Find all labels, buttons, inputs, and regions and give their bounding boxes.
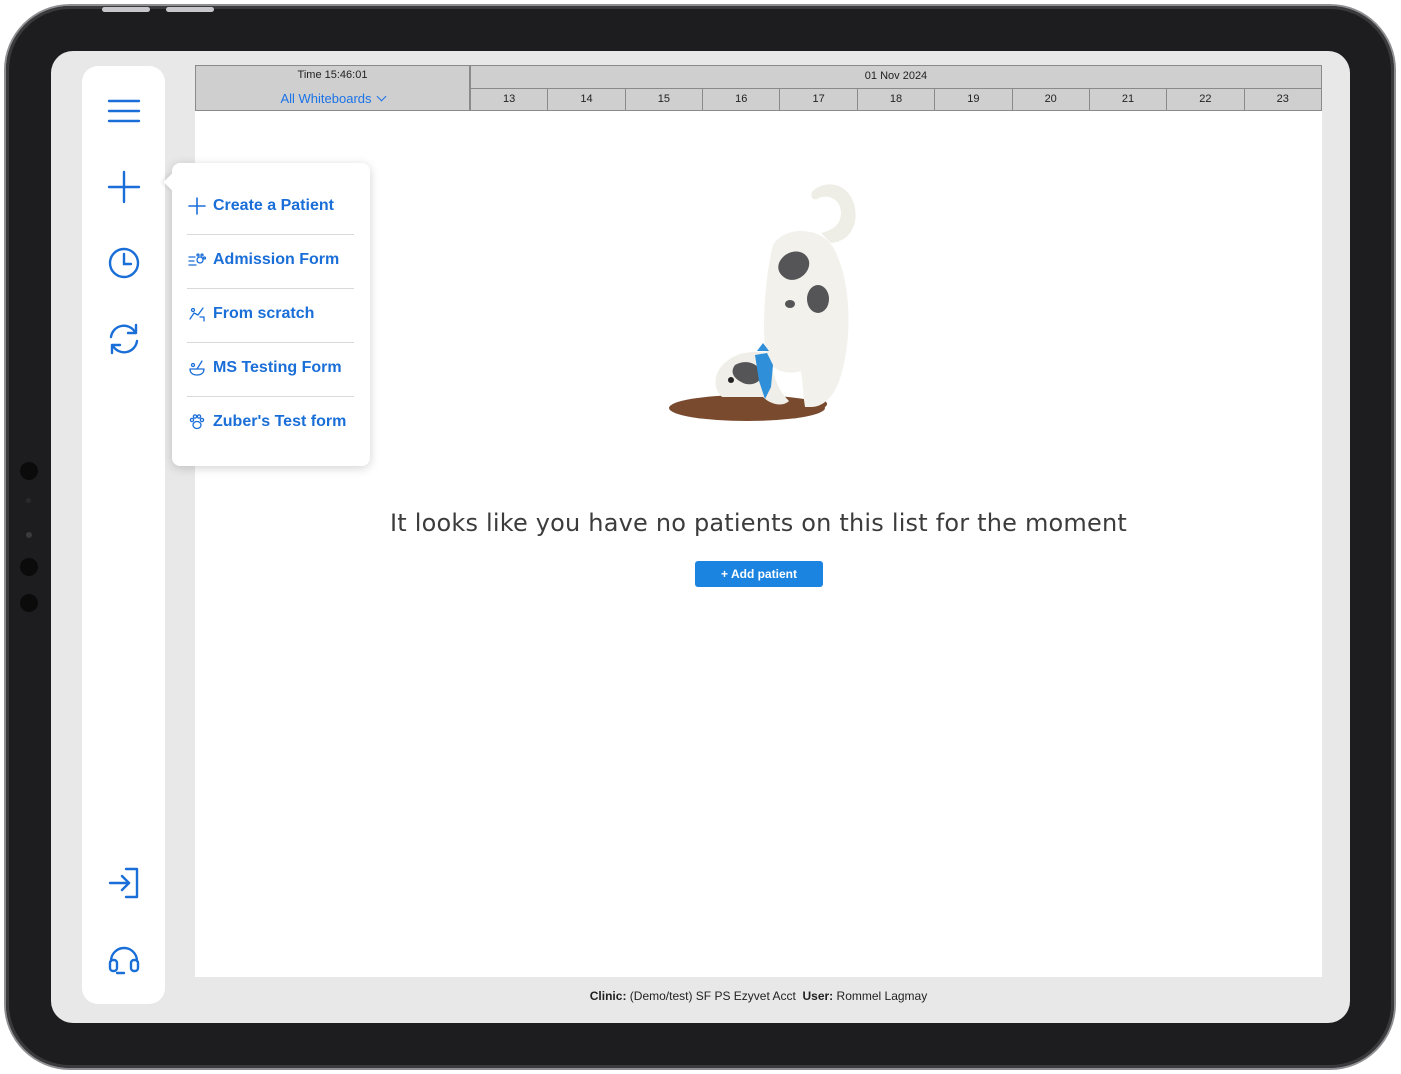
paw-icon	[187, 412, 207, 432]
menu-item-label: Create a Patient	[213, 197, 334, 214]
plus-icon[interactable]	[106, 169, 142, 205]
whiteboard-selector-label[interactable]: All Whiteboards	[280, 91, 371, 106]
timeline-info: Time 15:46:01 All Whiteboards	[196, 66, 471, 110]
refresh-icon[interactable]	[106, 321, 142, 357]
device-camera	[26, 532, 32, 538]
timeline-header: Time 15:46:01 All Whiteboards 01 Nov 202…	[195, 65, 1322, 111]
menu-item-admission-form[interactable]: Admission Form	[187, 233, 354, 287]
current-time: Time 15:46:01	[297, 69, 368, 81]
user-value: Rommel Lagmay	[836, 989, 928, 1003]
menu-item-label: Admission Form	[213, 251, 340, 268]
timeline-date: 01 Nov 2024	[471, 66, 1321, 89]
headset-icon[interactable]	[106, 941, 142, 977]
create-menu: Create a Patient Admission Form From scr…	[163, 163, 370, 466]
hour-cell: 23	[1276, 93, 1289, 105]
whiteboard-selector[interactable]: All Whiteboards	[196, 91, 469, 106]
hour-cell: 13	[471, 88, 549, 110]
hour-cell: 21	[1090, 88, 1168, 110]
clinic-label: Clinic:	[589, 989, 627, 1003]
menu-item-label: MS Testing Form	[213, 359, 342, 376]
status-footer: Clinic: (Demo/test) SF PS Ezyvet Acct Us…	[195, 989, 1322, 1003]
ms-testing-form-icon	[187, 358, 207, 378]
menu-item-zubers-test-form[interactable]: Zuber's Test form	[187, 395, 354, 449]
hour-cell: 17	[780, 88, 858, 110]
clock-icon[interactable]	[106, 245, 142, 281]
menu-item-from-scratch[interactable]: From scratch	[187, 287, 354, 341]
hour-cell: 16	[703, 88, 781, 110]
app-screen: Time 15:46:01 All Whiteboards 01 Nov 202…	[51, 51, 1350, 1023]
hour-cell: 14	[548, 88, 626, 110]
chevron-down-icon[interactable]	[376, 91, 386, 102]
from-scratch-icon	[187, 304, 207, 324]
login-icon[interactable]	[106, 865, 142, 901]
admission-form-icon	[187, 250, 207, 270]
menu-item-label: Zuber's Test form	[213, 413, 347, 430]
menu-item-create-patient[interactable]: Create a Patient	[187, 179, 354, 233]
menu-icon[interactable]	[106, 93, 142, 129]
hour-cell: 19	[935, 88, 1013, 110]
device-sensor	[20, 462, 38, 480]
menu-item-ms-testing-form[interactable]: MS Testing Form	[187, 341, 354, 395]
device-sensor	[26, 498, 31, 503]
hour-cell: 22	[1167, 88, 1245, 110]
sidebar	[82, 66, 165, 1004]
dog-digging-illustration	[669, 184, 856, 421]
device-sensor	[20, 594, 38, 612]
popup-arrow	[163, 173, 181, 191]
clinic-value: (Demo/test) SF PS Ezyvet Acct	[629, 989, 796, 1003]
hour-cell: 20	[1013, 88, 1090, 110]
empty-state-message: It looks like you have no patients on th…	[390, 509, 1127, 537]
hour-cell: 15	[626, 88, 704, 110]
plus-icon	[187, 196, 207, 216]
timeline-hours: 13 14 15 16 17 18 19 20 21 22 23	[471, 88, 1321, 110]
device-button	[166, 7, 214, 12]
user-label: User:	[802, 989, 834, 1003]
hour-cell: 18	[858, 88, 936, 110]
device-button	[102, 7, 150, 12]
add-patient-button[interactable]: + Add patient	[695, 561, 823, 587]
device-sensor	[20, 558, 38, 576]
menu-item-label: From scratch	[213, 305, 315, 322]
